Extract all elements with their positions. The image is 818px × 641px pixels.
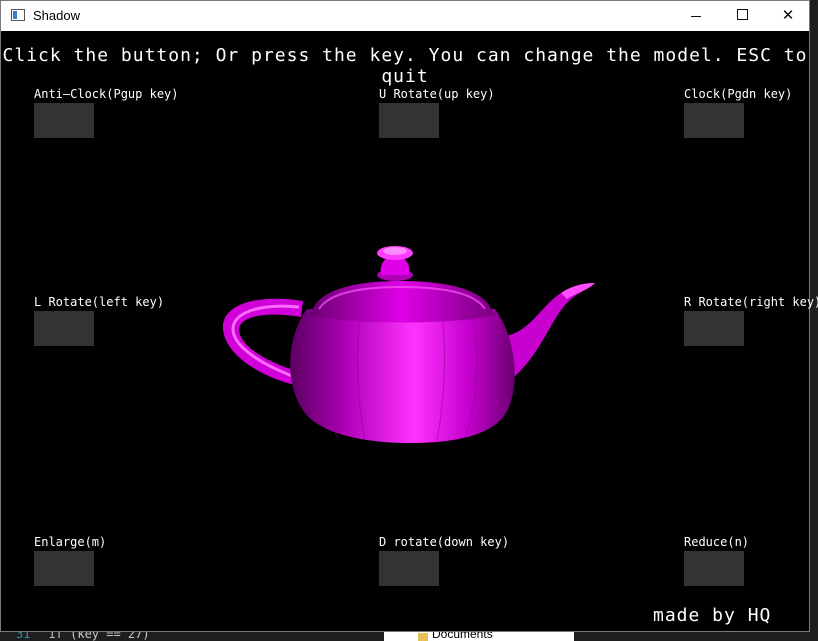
- control-clock: Clock(Pgdn key): [684, 87, 792, 138]
- down-rotate-button[interactable]: [379, 551, 439, 586]
- code-text: if (key == 27): [48, 631, 150, 641]
- teapot-icon: [222, 246, 595, 443]
- title-bar[interactable]: Shadow ✕: [1, 1, 809, 31]
- opengl-canvas[interactable]: Click the button; Or press the key. You …: [1, 31, 818, 631]
- explorer-item-documents[interactable]: Documents: [432, 631, 493, 641]
- control-up-rotate: U Rotate(up key): [379, 87, 495, 138]
- control-enlarge: Enlarge(m): [34, 535, 106, 586]
- reduce-label: Reduce(n): [684, 535, 750, 549]
- instruction-text: Click the button; Or press the key. You …: [2, 45, 808, 87]
- down-rotate-label: D rotate(down key): [379, 535, 510, 549]
- background-code-line: 31 if (key == 27): [16, 631, 150, 641]
- anti-clock-label: Anti—Clock(Pgup key): [34, 87, 179, 101]
- right-rotate-button[interactable]: [684, 311, 744, 346]
- line-number: 31: [16, 631, 31, 641]
- control-down-rotate: D rotate(down key): [379, 535, 509, 586]
- close-icon: ✕: [781, 7, 795, 24]
- clock-label: Clock(Pgdn key): [684, 87, 793, 101]
- close-button[interactable]: ✕: [765, 1, 811, 31]
- anti-clock-button[interactable]: [34, 103, 94, 138]
- clock-button[interactable]: [684, 103, 744, 138]
- background-file-explorer[interactable]: Documents: [384, 631, 574, 641]
- minimize-button[interactable]: [673, 1, 719, 31]
- maximize-button[interactable]: [719, 1, 765, 31]
- maximize-icon: [736, 9, 748, 21]
- left-rotate-label: L Rotate(left key): [34, 295, 165, 309]
- enlarge-label: Enlarge(m): [34, 535, 107, 549]
- right-rotate-label: R Rotate(right key): [684, 295, 818, 309]
- control-right-rotate: R Rotate(right key): [684, 295, 818, 346]
- control-left-rotate: L Rotate(left key): [34, 295, 164, 346]
- app-window-icon: [11, 9, 25, 21]
- app-window: Shadow ✕ Click the button; Or press the …: [0, 0, 818, 632]
- folder-icon: [418, 633, 428, 641]
- window-title: Shadow: [33, 8, 80, 23]
- reduce-button[interactable]: [684, 551, 744, 586]
- minimize-icon: [691, 15, 701, 17]
- background-editor-strip: 31 if (key == 27) Documents: [0, 631, 818, 641]
- left-rotate-button[interactable]: [34, 311, 94, 346]
- enlarge-button[interactable]: [34, 551, 94, 586]
- up-rotate-button[interactable]: [379, 103, 439, 138]
- control-anti-clock: Anti—Clock(Pgup key): [34, 87, 179, 138]
- control-reduce: Reduce(n): [684, 535, 749, 586]
- credit-text: made by HQ: [653, 605, 772, 626]
- up-rotate-label: U Rotate(up key): [379, 87, 495, 101]
